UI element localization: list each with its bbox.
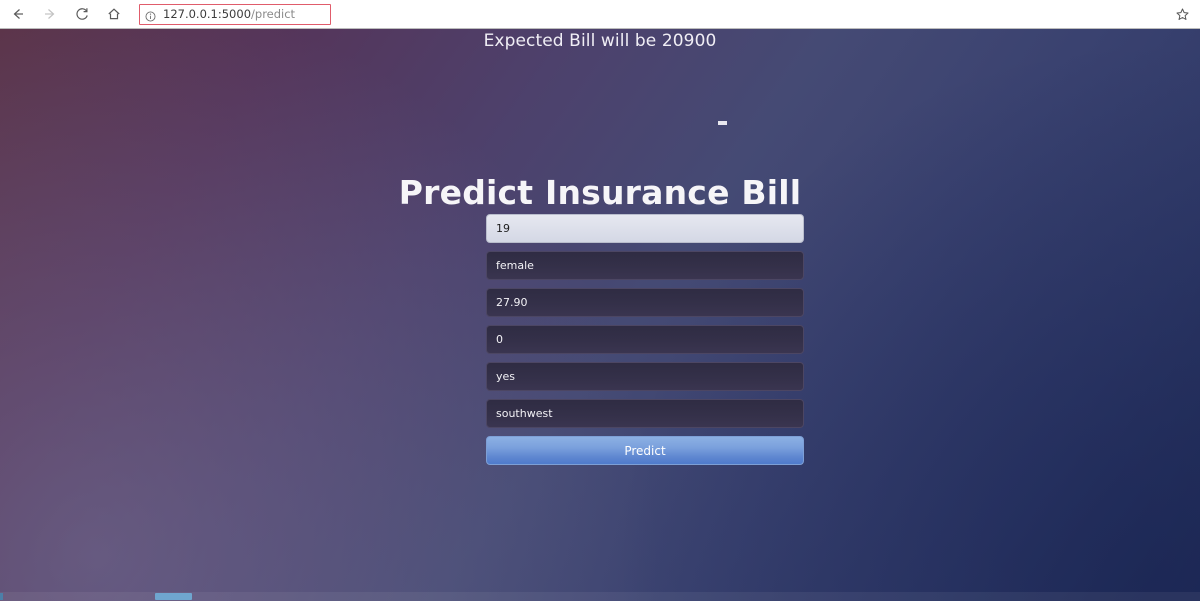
page-title: Predict Insurance Bill — [398, 173, 802, 213]
page-viewport: Expected Bill will be 20900 Predict Insu… — [0, 29, 1200, 601]
age-input[interactable] — [486, 214, 804, 243]
info-circle-icon[interactable] — [144, 8, 157, 21]
bookmark-star-icon[interactable] — [1170, 3, 1194, 25]
prediction-form: Predict — [486, 214, 804, 465]
reload-button[interactable] — [68, 2, 96, 26]
smoker-input[interactable] — [486, 362, 804, 391]
scrollbar-track-edge — [0, 593, 3, 600]
region-input[interactable] — [486, 399, 804, 428]
back-button[interactable] — [4, 2, 32, 26]
children-input[interactable] — [486, 325, 804, 354]
address-bar[interactable]: 127.0.0.1:5000/predict — [139, 3, 331, 25]
prediction-result-text: Expected Bill will be 20900 — [483, 31, 717, 51]
bmi-input[interactable] — [486, 288, 804, 317]
url-path: /predict — [251, 7, 296, 21]
home-button[interactable] — [100, 2, 128, 26]
predict-button[interactable]: Predict — [486, 436, 804, 465]
address-bar-text: 127.0.0.1:5000/predict — [163, 7, 295, 21]
url-host: 127.0.0.1:5000 — [163, 7, 252, 21]
browser-toolbar: 127.0.0.1:5000/predict — [0, 0, 1200, 29]
horizontal-scrollbar-thumb[interactable] — [155, 593, 192, 600]
sex-input[interactable] — [486, 251, 804, 280]
forward-button[interactable] — [36, 2, 64, 26]
horizontal-scrollbar[interactable] — [0, 592, 1200, 601]
text-caret-marker — [718, 121, 727, 125]
